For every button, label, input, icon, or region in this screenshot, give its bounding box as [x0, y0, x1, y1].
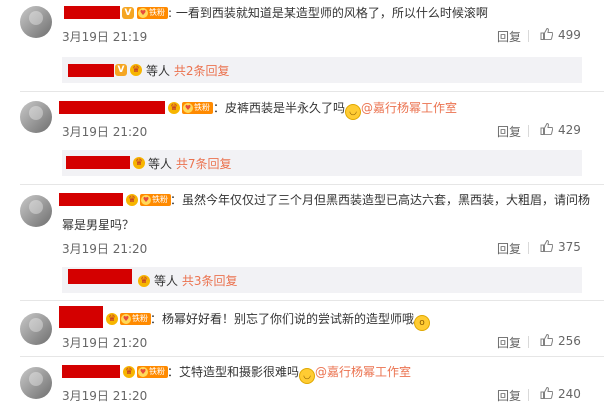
divider: [20, 356, 604, 357]
thumb-up-icon: [540, 387, 553, 399]
redacted-username: [66, 156, 130, 169]
redacted-username[interactable]: [59, 193, 123, 206]
avatar[interactable]: [20, 367, 52, 399]
thumb-up-icon: [540, 123, 553, 135]
surprised-emoji-icon: o: [414, 315, 431, 331]
crown-icon: ♛: [126, 194, 138, 206]
timestamp: 3月19日 21:20: [62, 242, 148, 256]
separator: [528, 30, 529, 42]
reply-button[interactable]: 回复: [497, 387, 521, 404]
separator: [528, 389, 529, 401]
redacted-username[interactable]: [59, 101, 165, 114]
thumb-up-icon: [540, 28, 553, 40]
view-replies-link[interactable]: 共7条回复: [176, 157, 232, 171]
view-replies-link[interactable]: 共2条回复: [174, 64, 230, 78]
fan-badge-label: 铁粉: [194, 103, 210, 112]
comment-body: ：艾特造型和摄影很难吗: [167, 365, 300, 379]
reply-button[interactable]: 回复: [497, 123, 521, 140]
crown-icon: ♛: [168, 102, 180, 114]
like-button[interactable]: 429: [540, 123, 581, 137]
timestamp: 3月19日 21:20: [62, 125, 148, 139]
avatar[interactable]: [20, 6, 52, 38]
vip-icon: V: [115, 64, 127, 76]
redacted-username[interactable]: [62, 365, 120, 378]
avatar[interactable]: [20, 313, 52, 345]
reply-thread-box[interactable]: ♛ 等人 共7条回复: [62, 150, 582, 176]
laughing-emoji-icon: ◡: [345, 104, 362, 120]
fan-badge[interactable]: ♥ 铁粉: [140, 194, 171, 206]
view-replies-link[interactable]: 共3条回复: [182, 274, 238, 288]
heart-icon: ♥: [141, 195, 151, 205]
fan-badge-label: 铁粉: [132, 314, 148, 323]
reply-thread-box[interactable]: ♛ 等人 共3条回复: [62, 267, 582, 293]
crown-icon: ♛: [133, 157, 145, 169]
reply-thread-box[interactable]: V ♛ 等人 共2条回复: [62, 57, 582, 83]
like-count: 499: [558, 28, 581, 42]
thread-prefix: 等人: [148, 157, 173, 171]
vip-icon: V: [122, 7, 134, 19]
fan-badge-label: 铁粉: [149, 8, 165, 17]
comment-text: : 一看到西装就知道是某造型师的风格了，所以什么时候滚啊: [168, 6, 488, 20]
heart-icon: ♥: [121, 314, 131, 324]
heart-icon: ♥: [138, 367, 148, 377]
like-count: 240: [558, 387, 581, 401]
timestamp: 3月19日 21:20: [62, 389, 148, 403]
like-count: 375: [558, 240, 581, 254]
fan-badge[interactable]: ♥ 铁粉: [137, 366, 168, 378]
comment-body: ：皮裤西装是半永久了吗: [213, 101, 346, 115]
laughing-emoji-icon: ◡: [299, 368, 316, 384]
divider: [20, 300, 604, 301]
avatar[interactable]: [20, 195, 52, 227]
comment-text: ：杨幂好好看！别忘了你们说的尝试新的造型师哦 o: [150, 309, 431, 331]
thumb-up-icon: [540, 240, 553, 252]
redacted-username: [59, 315, 103, 328]
like-count: 429: [558, 123, 581, 137]
separator: [528, 336, 529, 348]
fan-badge[interactable]: ♥ 铁粉: [182, 102, 213, 114]
heart-icon: ♥: [138, 8, 148, 18]
fan-badge-label: 铁粉: [152, 195, 168, 204]
comment-body-line1: ：虽然今年仅仅过了三个月但黑西装造型已高达六套，黑西装，大粗眉，请问杨: [170, 193, 591, 207]
thread-prefix: 等人: [154, 274, 179, 288]
like-button[interactable]: 499: [540, 28, 581, 42]
reply-thread-text: 等人 共2条回复: [146, 62, 229, 79]
comment-text: ：虽然今年仅仅过了三个月但黑西装造型已高达六套，黑西装，大粗眉，请问杨: [170, 190, 590, 210]
crown-icon: ♛: [138, 275, 150, 287]
like-button[interactable]: 375: [540, 240, 581, 254]
reply-button[interactable]: 回复: [497, 28, 521, 45]
thread-prefix: 等人: [146, 64, 171, 78]
crown-icon: ♛: [106, 313, 118, 325]
redacted-username: [68, 269, 132, 284]
reply-thread-text: 等人 共7条回复: [148, 155, 231, 172]
comment-text: ：皮裤西装是半永久了吗 ◡ @嘉行杨幂工作室: [213, 98, 457, 120]
avatar[interactable]: [20, 101, 52, 133]
comment-body: ：杨幂好好看！别忘了你们说的尝试新的造型师哦: [150, 312, 415, 326]
like-button[interactable]: 240: [540, 387, 581, 401]
crown-icon: ♛: [130, 64, 142, 76]
like-count: 256: [558, 334, 581, 348]
redacted-username[interactable]: [64, 6, 120, 19]
comment-text-continued: 幂是男星吗？: [62, 218, 135, 232]
mention-link[interactable]: @嘉行杨幂工作室: [361, 101, 457, 115]
reply-button[interactable]: 回复: [497, 240, 521, 257]
fan-badge[interactable]: ♥ 铁粉: [137, 7, 168, 19]
divider: [20, 184, 604, 185]
timestamp: 3月19日 21:19: [62, 30, 148, 44]
redacted-username: [68, 64, 114, 77]
separator: [528, 242, 529, 254]
reply-thread-text: 等人 共3条回复: [154, 272, 237, 289]
fan-badge-label: 铁粉: [149, 367, 165, 376]
separator: [528, 125, 529, 137]
fan-badge[interactable]: ♥ 铁粉: [120, 313, 151, 325]
timestamp: 3月19日 21:20: [62, 336, 148, 350]
like-button[interactable]: 256: [540, 334, 581, 348]
mention-link[interactable]: @嘉行杨幂工作室: [315, 365, 411, 379]
divider: [20, 91, 604, 92]
comment-text: ：艾特造型和摄影很难吗 ◡ @嘉行杨幂工作室: [167, 362, 411, 384]
crown-icon: ♛: [123, 366, 135, 378]
reply-button[interactable]: 回复: [497, 334, 521, 351]
thumb-up-icon: [540, 334, 553, 346]
heart-icon: ♥: [183, 103, 193, 113]
